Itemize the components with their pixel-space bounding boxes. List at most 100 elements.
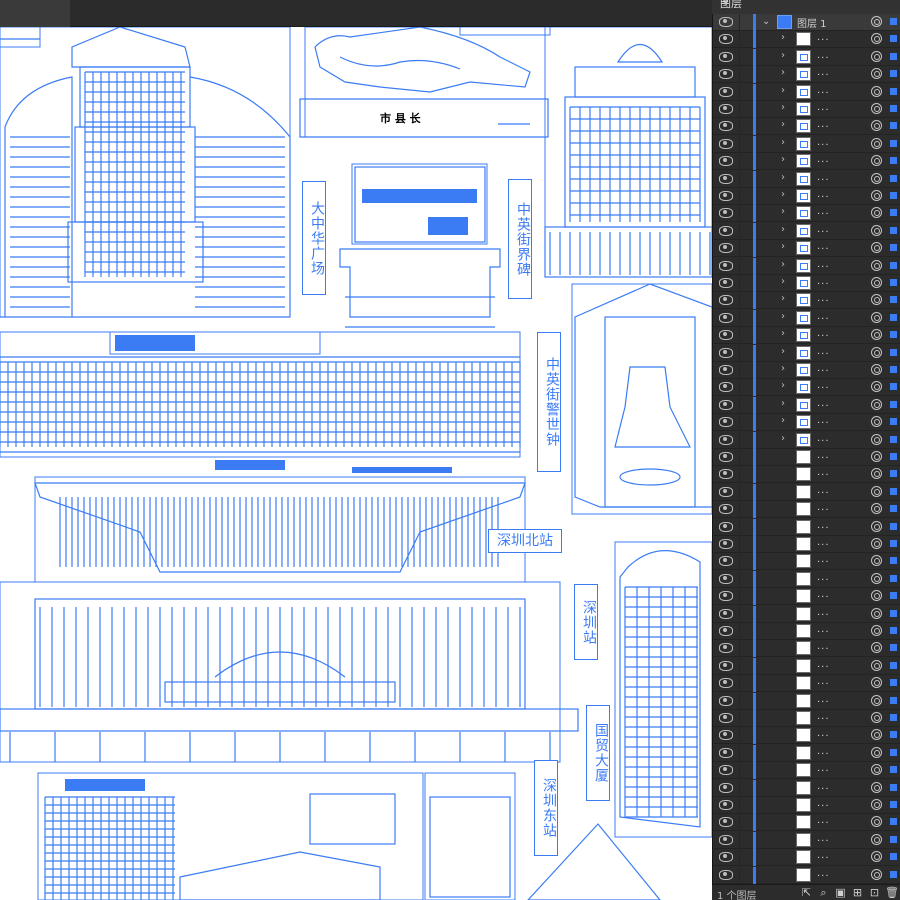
target-icon[interactable] <box>871 468 882 480</box>
sublayer-name[interactable]: ... <box>817 746 830 757</box>
target-icon[interactable] <box>871 190 882 201</box>
visibility-eye-icon[interactable] <box>719 869 733 880</box>
sublayer-row[interactable]: ... <box>713 779 900 797</box>
visibility-eye-icon[interactable] <box>719 34 733 45</box>
sublayer-name[interactable]: ... <box>817 189 830 200</box>
sublayer-row[interactable]: ›... <box>713 379 900 397</box>
selection-indicator[interactable] <box>890 592 897 600</box>
visibility-eye-icon[interactable] <box>719 469 733 480</box>
selection-box[interactable] <box>0 27 41 48</box>
sublayer-name[interactable]: ... <box>817 711 830 722</box>
tower-artwork[interactable] <box>0 27 291 318</box>
chevron-right-icon[interactable]: › <box>781 241 785 252</box>
sublayer-row[interactable]: ›... <box>713 396 900 414</box>
label-zhongying-zhong[interactable]: 中英街警世钟 <box>537 332 561 472</box>
sublayer-name[interactable]: ... <box>817 485 830 496</box>
sublayer-row[interactable]: ›... <box>713 188 900 205</box>
sublayer-name[interactable]: ... <box>817 137 830 148</box>
layer-row-top[interactable]: ⌄ 图层 1 <box>713 14 900 31</box>
chevron-right-icon[interactable]: › <box>781 154 785 165</box>
target-icon[interactable] <box>871 242 882 254</box>
selection-indicator[interactable] <box>890 470 897 478</box>
target-icon[interactable] <box>871 50 882 62</box>
target-icon[interactable] <box>871 311 882 323</box>
target-icon[interactable] <box>871 868 882 880</box>
selection-indicator[interactable] <box>890 818 897 826</box>
sublayer-row[interactable]: ›... <box>713 414 900 432</box>
label-shenzhen-dong[interactable]: 深圳东站 <box>534 760 558 856</box>
sublayer-row[interactable]: ... <box>713 483 900 501</box>
chevron-right-icon[interactable]: › <box>781 206 785 217</box>
document-tab[interactable] <box>0 0 70 27</box>
sublayer-name[interactable]: ... <box>817 328 830 339</box>
chevron-right-icon[interactable]: › <box>781 276 785 287</box>
bull-sculpture-artwork[interactable]: 市 县 长 <box>299 27 551 138</box>
target-icon[interactable] <box>871 120 882 132</box>
sublayer-name[interactable]: ... <box>817 346 830 357</box>
visibility-eye-icon[interactable] <box>719 521 733 532</box>
sublayer-row[interactable]: ... <box>713 570 900 588</box>
visibility-eye-icon[interactable] <box>719 434 733 445</box>
visibility-eye-icon[interactable] <box>719 747 733 758</box>
visibility-eye-icon[interactable] <box>719 382 733 393</box>
sublayer-row[interactable]: ... <box>713 605 900 623</box>
sublayer-row[interactable]: ›... <box>713 83 900 101</box>
selection-indicator[interactable] <box>890 627 897 634</box>
sublayer-row[interactable]: ›... <box>713 153 900 171</box>
chevron-right-icon[interactable]: › <box>781 415 785 426</box>
sublayer-row[interactable]: ›... <box>713 292 900 310</box>
selection-indicator[interactable] <box>890 261 897 269</box>
target-icon[interactable] <box>871 607 882 619</box>
target-icon[interactable] <box>871 85 882 97</box>
chevron-right-icon[interactable]: › <box>781 189 785 200</box>
visibility-eye-icon[interactable] <box>719 104 733 114</box>
chevron-right-icon[interactable]: › <box>781 85 785 96</box>
sublayer-row[interactable]: ›... <box>713 205 900 223</box>
sublayer-name[interactable]: ... <box>817 32 830 43</box>
selection-indicator[interactable] <box>890 696 897 704</box>
visibility-eye-icon[interactable] <box>719 399 733 410</box>
target-icon[interactable] <box>871 851 882 863</box>
sublayer-row[interactable]: ›... <box>713 362 900 379</box>
chevron-right-icon[interactable]: › <box>781 433 785 444</box>
target-icon[interactable] <box>871 816 882 828</box>
selection-indicator[interactable] <box>890 174 897 182</box>
target-icon[interactable] <box>871 659 882 671</box>
visibility-eye-icon[interactable] <box>719 713 733 723</box>
chevron-down-icon[interactable]: ⌄ <box>762 16 770 27</box>
label-guomao[interactable]: 国贸大厦 <box>586 705 610 801</box>
selection-indicator[interactable] <box>890 87 897 95</box>
visibility-eye-icon[interactable] <box>719 452 733 462</box>
arcade-artwork[interactable] <box>0 331 521 458</box>
selection-indicator[interactable] <box>890 418 897 426</box>
selection-indicator[interactable] <box>890 453 897 460</box>
visibility-eye-icon[interactable] <box>719 730 733 741</box>
sublayer-row[interactable]: ›... <box>713 431 900 449</box>
chevron-right-icon[interactable]: › <box>781 328 785 339</box>
visibility-eye-icon[interactable] <box>719 278 733 288</box>
selection-indicator[interactable] <box>890 70 897 78</box>
new-layer-icon[interactable]: ⊡ <box>868 886 881 899</box>
label-dazhonghua[interactable]: 大中华广场 <box>302 181 326 295</box>
sublayer-row[interactable]: ›... <box>713 66 900 84</box>
target-icon[interactable] <box>871 33 882 45</box>
selection-indicator[interactable] <box>890 139 897 147</box>
sublayer-name[interactable]: ... <box>817 172 830 183</box>
sublayer-name[interactable]: ... <box>817 554 830 565</box>
target-icon[interactable] <box>871 224 882 236</box>
selection-indicator[interactable] <box>890 801 897 808</box>
selection-indicator[interactable] <box>890 279 897 286</box>
sublayer-row[interactable]: ... <box>713 675 900 693</box>
sublayer-row[interactable]: ... <box>713 710 900 727</box>
selection-indicator[interactable] <box>890 400 897 408</box>
sublayer-name[interactable]: ... <box>817 781 830 792</box>
sublayer-name[interactable]: ... <box>817 624 830 635</box>
sublayer-name[interactable]: ... <box>817 276 830 287</box>
visibility-eye-icon[interactable] <box>719 486 733 497</box>
selection-indicator[interactable] <box>890 522 897 530</box>
visibility-eye-icon[interactable] <box>719 69 733 80</box>
selection-indicator[interactable] <box>890 783 897 791</box>
sublayer-name[interactable]: ... <box>817 259 830 270</box>
chevron-right-icon[interactable]: › <box>781 259 785 270</box>
selection-indicator[interactable] <box>890 714 897 721</box>
